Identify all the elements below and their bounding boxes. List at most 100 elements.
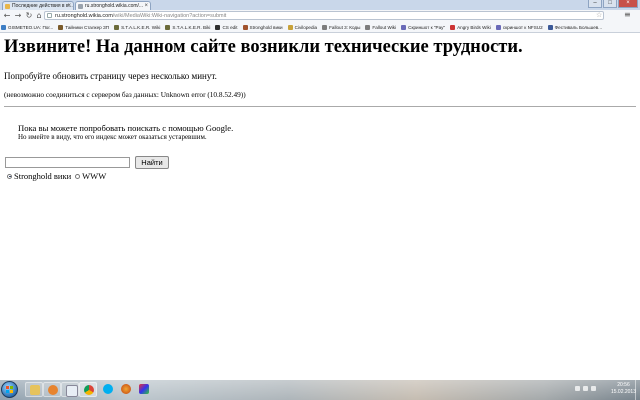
bookmark-item[interactable]: Фестиваль Большев...	[547, 24, 603, 30]
taskbar-skype[interactable]	[99, 382, 117, 397]
google-search-hint: Пока вы можете попробовать поискать с по…	[18, 123, 234, 133]
bookmark-label: CS edit	[222, 24, 238, 30]
wikia-favicon-icon	[5, 4, 10, 9]
system-tray	[575, 386, 596, 391]
search-scope-options: Stronghold вики WWW	[7, 171, 110, 181]
clock-date: 15.02.2013	[610, 389, 636, 395]
taskbar-media-player[interactable]	[43, 382, 61, 397]
windows-logo-icon	[6, 386, 13, 393]
tab-label: ru.stronghold.wikia.com/...	[85, 3, 144, 9]
radio-label-stronghold-wiki: Stronghold вики	[14, 171, 72, 181]
bookmark-favicon-icon	[165, 24, 171, 30]
close-tab-icon[interactable]: ×	[67, 2, 71, 10]
bookmark-item[interactable]: Angry Birds Wiki	[450, 24, 491, 30]
bookmark-label: Фестиваль Большев...	[554, 24, 603, 30]
bookmark-item[interactable]: Civilopedia	[287, 24, 318, 30]
taskbar-explorer[interactable]	[25, 382, 43, 397]
start-button[interactable]	[1, 381, 18, 398]
minimize-icon[interactable]: –	[588, 0, 602, 8]
bookmark-favicon-icon	[547, 24, 553, 30]
network-icon[interactable]	[583, 386, 588, 391]
clock-time: 20:56	[617, 382, 630, 388]
tab-stronghold-error[interactable]: ru.stronghold.wikia.com/... ×	[75, 1, 151, 10]
document-icon	[66, 385, 78, 397]
url-host: ru.stronghold.wikia.com	[55, 13, 113, 19]
bookmark-favicon-icon	[242, 24, 248, 30]
tab-strip: Последние действия в в... × ru.stronghol…	[0, 0, 640, 10]
search-button[interactable]: Найти	[135, 156, 169, 169]
bookmark-label: GISMETEO.UA: Пог...	[8, 24, 54, 30]
db-error-message: (невозможно соединиться с сервером баз д…	[4, 90, 246, 99]
bookmark-item[interactable]: скриншот к NFSU2	[495, 24, 543, 30]
page-content: Извините! На данном сайте возникли техни…	[0, 33, 640, 380]
home-icon[interactable]: ⌂	[34, 11, 44, 21]
chrome-icon	[84, 385, 94, 395]
taskbar-firefox[interactable]	[117, 382, 135, 397]
bookmark-label: Тайники Сталкер ЗП	[65, 24, 110, 30]
bookmarks-bar: GISMETEO.UA: Пог... Тайники Сталкер ЗП S.T…	[0, 22, 640, 33]
volume-icon[interactable]	[591, 386, 596, 391]
tab-label: Последние действия в в...	[12, 3, 73, 9]
bookmark-label: Civilopedia	[294, 24, 318, 30]
bookmark-star-icon[interactable]: ☆	[596, 11, 602, 19]
bookmark-favicon-icon	[322, 24, 328, 30]
tray-arrow-icon[interactable]	[575, 386, 580, 391]
firefox-icon	[121, 384, 131, 394]
bookmark-label: Fallout 3: Коды	[329, 24, 361, 30]
forward-arrow-icon[interactable]: →	[13, 11, 23, 21]
bookmark-item[interactable]: Скриншот к "Pay"	[401, 24, 446, 30]
page-title: Извините! На данном сайте возникли техни…	[4, 37, 523, 57]
bookmark-label: скриншот к NFSU2	[502, 24, 543, 30]
bookmark-item[interactable]: Fallout 3: Коды	[322, 24, 361, 30]
radio-stronghold-wiki[interactable]	[7, 173, 12, 179]
clock[interactable]: 20:56 15.02.2013	[611, 382, 636, 396]
page-favicon-icon	[78, 4, 83, 9]
window-controls: – □ ×	[588, 0, 638, 9]
windows-taskbar: 20:56 15.02.2013	[0, 380, 640, 400]
bookmark-favicon-icon	[1, 24, 6, 30]
bookmark-favicon-icon	[58, 24, 64, 30]
taskbar-chrome[interactable]	[79, 382, 97, 397]
url-path: /wiki/MediaWiki:Wiki-navigation?action=s…	[112, 13, 227, 19]
bookmark-label: Angry Birds Wiki	[457, 24, 491, 30]
retry-message: Попробуйте обновить страницу через неско…	[4, 71, 217, 81]
bookmark-item[interactable]: S.T.A.L.K.E.R. Biki	[165, 24, 211, 30]
tab-recent-changes[interactable]: Последние действия в в... ×	[2, 1, 74, 10]
bookmark-favicon-icon	[450, 24, 456, 30]
back-arrow-icon[interactable]: ←	[2, 11, 12, 21]
reload-icon[interactable]: ↻	[24, 11, 34, 21]
page-info-icon[interactable]	[47, 13, 52, 18]
maximize-icon[interactable]: □	[603, 0, 617, 8]
bookmark-label: Stronghold вики	[249, 24, 283, 30]
bookmark-item[interactable]: S.T.A.L.K.E.R. Wiki	[114, 24, 161, 30]
show-desktop-button[interactable]	[635, 380, 640, 400]
bookmark-favicon-icon	[365, 24, 371, 30]
close-tab-icon[interactable]: ×	[144, 2, 148, 10]
radio-www[interactable]	[75, 173, 81, 179]
bookmark-item[interactable]: GISMETEO.UA: Пог...	[1, 24, 54, 30]
radio-label-www: WWW	[82, 171, 107, 181]
taskbar-document[interactable]	[61, 382, 79, 397]
bookmark-item[interactable]: CS edit	[215, 24, 238, 30]
bookmark-item[interactable]: Fallout Wiki	[365, 24, 397, 30]
wrench-menu-icon[interactable]: ≡	[624, 10, 631, 19]
paint-icon	[139, 384, 149, 394]
taskbar-paint[interactable]	[135, 382, 153, 397]
bookmark-label: S.T.A.L.K.E.R. Wiki	[121, 24, 161, 30]
skype-icon	[103, 384, 113, 394]
search-input[interactable]	[5, 157, 130, 168]
google-index-note: Но имейте в виду, что его индекс может о…	[18, 133, 207, 141]
close-window-icon[interactable]: ×	[618, 0, 638, 8]
bookmark-favicon-icon	[401, 24, 407, 30]
address-bar[interactable]: ru.stronghold.wikia.com/wiki/MediaWiki:W…	[44, 11, 604, 20]
bookmark-item[interactable]: Stronghold вики	[242, 24, 283, 30]
media-player-icon	[48, 385, 58, 395]
bookmark-favicon-icon	[495, 24, 501, 30]
bookmark-favicon-icon	[215, 24, 221, 30]
bookmark-favicon-icon	[114, 24, 120, 30]
bookmark-item[interactable]: Тайники Сталкер ЗП	[58, 24, 110, 30]
bookmark-label: Fallout Wiki	[372, 24, 397, 30]
bookmark-label: S.T.A.L.K.E.R. Biki	[172, 24, 211, 30]
bookmark-label: Скриншот к "Pay"	[408, 24, 446, 30]
bookmark-favicon-icon	[287, 24, 293, 30]
